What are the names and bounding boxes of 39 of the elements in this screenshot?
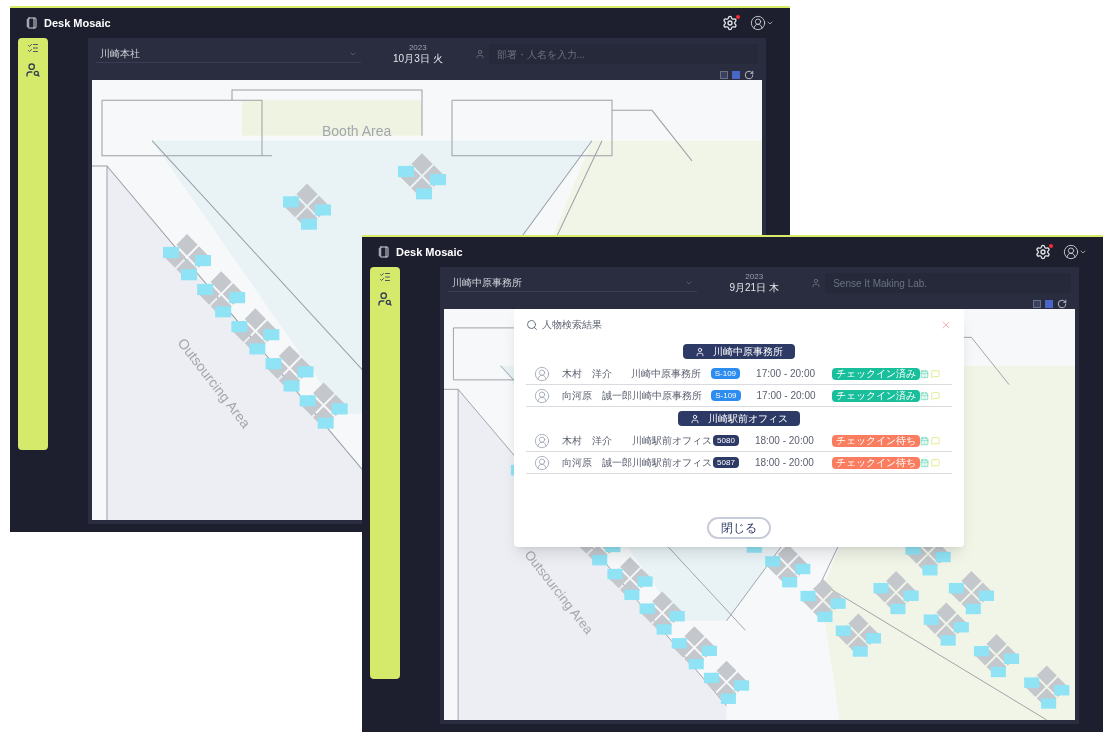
location-text: 川崎駅前オフィス xyxy=(632,434,714,448)
seat-tag: 5080 xyxy=(713,435,739,446)
date-text[interactable]: 9月21日 木 xyxy=(729,281,779,295)
location-dropdown[interactable]: 川崎中原事務所 xyxy=(448,274,698,292)
search-field[interactable]: Sense It Making Lab. xyxy=(825,273,1071,293)
year-text: 2023 xyxy=(745,271,764,282)
time-range: 18:00 - 20:00 xyxy=(754,434,815,448)
seat-tag: S-109 xyxy=(711,390,741,401)
result-row[interactable]: 木村 洋介 川崎駅前オフィス 5080 18:00 - 20:00 チェックイン待ち xyxy=(526,430,952,452)
result-row[interactable]: 木村 洋介 川崎中原事務所 S-109 17:00 - 20:00 チェックイン済み xyxy=(526,363,952,385)
location-name: 川崎駅前オフィス xyxy=(708,413,788,424)
time-range: 18:00 - 20:00 xyxy=(754,456,815,470)
status-tag: チェックイン待ち xyxy=(832,456,920,469)
result-row[interactable]: 向河原 誠一郎川崎駅前オフィス 5087 18:00 - 20:00 チェックイン待ち xyxy=(526,452,952,474)
location-text: 川崎中原事務所 xyxy=(632,389,703,403)
search-field[interactable]: 部署・人名を入力... xyxy=(488,44,758,64)
person-name: 向河原 誠一郎 xyxy=(562,456,633,470)
time-range: 17:00 - 20:00 xyxy=(756,389,817,403)
person-name: 向河原 誠一郎 xyxy=(562,389,632,403)
dialog-title: 人物検索結果 xyxy=(542,318,602,332)
location-dropdown[interactable]: 川崎本社 xyxy=(96,45,361,63)
seat-tag: S-109 xyxy=(710,368,741,379)
app-name: Desk Mosaic xyxy=(44,15,111,31)
close-button[interactable]: 閉じる xyxy=(707,517,771,539)
status-tag: チェックイン待ち xyxy=(832,434,920,447)
time-range: 17:00 - 20:00 xyxy=(756,367,816,381)
app-name: Desk Mosaic xyxy=(396,244,463,260)
date-text[interactable]: 10月3日 火 xyxy=(393,52,443,66)
location-text: 川崎駅前オフィス xyxy=(632,456,714,470)
status-tag: チェックイン済み xyxy=(832,389,921,402)
person-name: 木村 洋介 xyxy=(562,367,613,381)
area-label: Booth Area xyxy=(322,122,392,139)
person-name: 木村 洋介 xyxy=(562,434,613,448)
year-text: 2023 xyxy=(408,42,427,53)
location-name: 川崎中原事務所 xyxy=(713,346,783,357)
status-tag: チェックイン済み xyxy=(832,367,921,380)
seat-tag: 5087 xyxy=(713,457,739,468)
result-row[interactable]: 向河原 誠一郎川崎中原事務所 S-109 17:00 - 20:00 チェックイン済み xyxy=(526,385,952,407)
location-text: 川崎中原事務所 xyxy=(631,367,703,381)
